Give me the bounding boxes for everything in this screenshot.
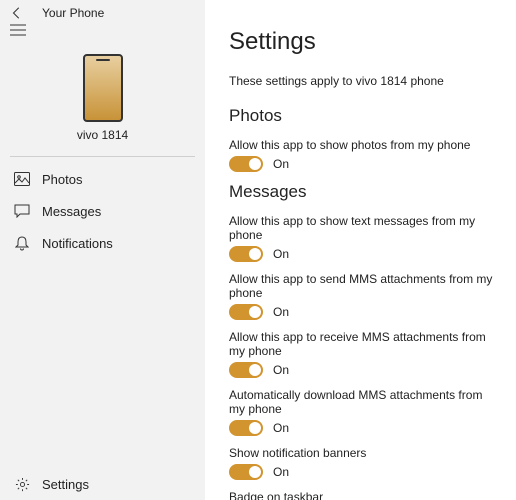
sidebar-item-settings[interactable]: Settings [0, 468, 205, 500]
toggle-photos-show[interactable] [229, 156, 263, 172]
toggle-messages-show[interactable] [229, 246, 263, 262]
toggle-row: On [229, 420, 498, 436]
bell-icon [14, 235, 30, 251]
setting-label: Allow this app to receive MMS attachment… [229, 330, 498, 358]
sidebar-item-label: Photos [42, 172, 82, 187]
setting-label: Automatically download MMS attachments f… [229, 388, 498, 416]
toggle-notif-banners[interactable] [229, 464, 263, 480]
sidebar-item-notifications[interactable]: Notifications [0, 227, 205, 259]
toggle-state: On [273, 465, 289, 479]
toggle-row: On [229, 246, 498, 262]
gear-icon [14, 476, 30, 492]
toggle-mms-receive[interactable] [229, 362, 263, 378]
sidebar-item-messages[interactable]: Messages [0, 195, 205, 227]
sidebar-item-label: Settings [42, 477, 89, 492]
setting-label: Allow this app to show text messages fro… [229, 214, 498, 242]
nav: Photos Messages Notifications [0, 161, 205, 468]
sidebar: Your Phone vivo 1814 Photos Messages [0, 0, 205, 500]
page-subtitle: These settings apply to vivo 1814 phone [229, 74, 498, 88]
sidebar-item-label: Notifications [42, 236, 113, 251]
section-heading-photos: Photos [229, 106, 498, 126]
back-icon[interactable] [10, 6, 24, 20]
setting-label: Allow this app to send MMS attachments f… [229, 272, 498, 300]
toggle-mms-auto[interactable] [229, 420, 263, 436]
page-title: Settings [229, 28, 498, 56]
sidebar-item-label: Messages [42, 204, 101, 219]
toggle-state: On [273, 305, 289, 319]
toggle-state: On [273, 363, 289, 377]
messages-icon [14, 203, 30, 219]
divider [10, 156, 195, 157]
section-heading-messages: Messages [229, 182, 498, 202]
sidebar-footer: Settings [0, 468, 205, 500]
toggle-state: On [273, 157, 289, 171]
main-content: Settings These settings apply to vivo 18… [205, 0, 516, 500]
toggle-row: On [229, 156, 498, 172]
photos-icon [14, 171, 30, 187]
toggle-mms-send[interactable] [229, 304, 263, 320]
toggle-row: On [229, 464, 498, 480]
toggle-row: On [229, 362, 498, 378]
device-preview: vivo 1814 [0, 44, 205, 150]
setting-label: Allow this app to show photos from my ph… [229, 138, 498, 152]
phone-icon [83, 54, 123, 122]
app-title: Your Phone [42, 6, 104, 20]
setting-label: Badge on taskbar [229, 490, 498, 500]
setting-label: Show notification banners [229, 446, 498, 460]
header-row: Your Phone [0, 0, 205, 24]
toggle-state: On [273, 421, 289, 435]
sidebar-item-photos[interactable]: Photos [0, 163, 205, 195]
toggle-row: On [229, 304, 498, 320]
menu-icon[interactable] [0, 24, 205, 44]
toggle-state: On [273, 247, 289, 261]
device-name: vivo 1814 [77, 128, 128, 142]
